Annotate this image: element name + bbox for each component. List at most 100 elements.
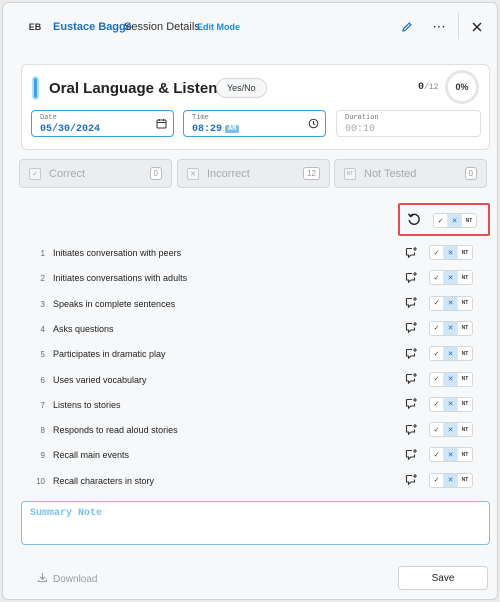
- ampm-badge[interactable]: AM: [225, 125, 240, 133]
- mark-all-correct-button[interactable]: ✓ Correct 0: [19, 159, 172, 188]
- nt-icon: NT: [344, 167, 356, 180]
- answer-not-tested-button[interactable]: NT: [458, 297, 472, 310]
- item-number: 1: [40, 249, 45, 258]
- answer-correct-button[interactable]: ✓: [430, 372, 444, 386]
- item-label: Recall characters in story: [53, 475, 155, 486]
- add-comment-icon[interactable]: [404, 245, 418, 259]
- add-comment-icon[interactable]: [404, 372, 418, 386]
- answer-not-tested-button[interactable]: NT: [458, 246, 472, 259]
- bulk-not-tested-button[interactable]: NT: [462, 214, 476, 227]
- add-comment-icon[interactable]: [404, 346, 418, 360]
- answer-correct-button[interactable]: ✓: [430, 397, 444, 411]
- time-field[interactable]: Time 08:29 AM: [183, 110, 326, 137]
- add-comment-icon[interactable]: [404, 270, 418, 284]
- not-tested-count: 0: [464, 167, 477, 180]
- time-value: 08:29 AM: [192, 124, 240, 135]
- mark-all-not-tested-button[interactable]: NT Not Tested 0: [334, 159, 487, 188]
- x-icon: ✕: [187, 167, 199, 180]
- answer-incorrect-button[interactable]: ✕: [444, 271, 458, 285]
- answer-toggle-group: ✓ ✕ NT: [429, 371, 473, 387]
- answer-correct-button[interactable]: ✓: [430, 473, 444, 487]
- answer-incorrect-button[interactable]: ✕: [444, 372, 458, 386]
- list-item: 1 Initiates conversation with peers ✓ ✕ NT: [21, 242, 490, 267]
- answer-toggle-group: ✓ ✕ NT: [429, 447, 473, 463]
- item-number: 2: [40, 274, 45, 284]
- list-item: 6 Uses varied vocabulary ✓ ✕ NT: [21, 369, 490, 394]
- correct-count: 0: [149, 167, 162, 180]
- date-field[interactable]: Date 05/30/2024: [31, 110, 174, 137]
- close-icon[interactable]: [469, 19, 485, 35]
- avatar: EB: [28, 22, 42, 32]
- duration-value: 00:10: [345, 124, 376, 135]
- answer-not-tested-button[interactable]: NT: [458, 322, 472, 335]
- score-total: /12: [424, 83, 439, 92]
- answer-toggle-group: ✓ ✕ NT: [429, 295, 473, 311]
- bulk-incorrect-button[interactable]: ✕: [448, 214, 462, 227]
- save-button[interactable]: Save: [398, 566, 488, 590]
- date-value: 05/30/2024: [40, 124, 101, 135]
- answer-toggle-group: ✓ ✕ NT: [429, 422, 473, 438]
- answer-not-tested-button[interactable]: NT: [458, 448, 472, 461]
- page-title: Session Details: [124, 21, 200, 33]
- add-comment-icon[interactable]: [404, 397, 418, 411]
- list-item: 9 Recall main events ✓ ✕ NT: [21, 444, 490, 469]
- incorrect-count: 12: [303, 167, 320, 180]
- download-label: Download: [53, 573, 98, 585]
- bulk-correct-button[interactable]: ✓: [434, 214, 448, 227]
- answer-correct-button[interactable]: ✓: [430, 321, 444, 335]
- answer-incorrect-button[interactable]: ✕: [444, 296, 458, 310]
- answer-not-tested-button[interactable]: NT: [458, 373, 472, 386]
- list-item: 10 Recall characters in story ✓ ✕ NT: [21, 470, 490, 495]
- add-comment-icon[interactable]: [404, 321, 418, 335]
- ellipsis-icon[interactable]: ⋯: [431, 19, 447, 35]
- mark-all-incorrect-button[interactable]: ✕ Incorrect 12: [177, 159, 330, 188]
- add-comment-icon[interactable]: [404, 422, 418, 436]
- item-label: Responds to read aloud stories: [53, 425, 178, 436]
- answer-incorrect-button[interactable]: ✕: [444, 246, 458, 259]
- answer-incorrect-button[interactable]: ✕: [444, 473, 458, 487]
- bulk-answer-group: ✓ ✕ NT: [433, 213, 477, 228]
- edit-mode-label: Edit Mode: [197, 22, 240, 32]
- answer-incorrect-button[interactable]: ✕: [444, 321, 458, 335]
- answer-not-tested-button[interactable]: NT: [458, 398, 472, 411]
- clock-icon[interactable]: [308, 118, 319, 132]
- download-icon: [37, 572, 48, 586]
- answer-correct-button[interactable]: ✓: [430, 271, 444, 285]
- add-comment-icon[interactable]: [404, 296, 418, 310]
- item-label: Participates in dramatic play: [53, 349, 166, 360]
- answer-toggle-group: ✓ ✕ NT: [429, 245, 473, 260]
- answer-not-tested-button[interactable]: NT: [458, 347, 472, 360]
- reset-icon[interactable]: [406, 211, 422, 227]
- time-text: 08:29: [192, 124, 223, 135]
- download-button[interactable]: Download: [37, 572, 97, 586]
- answer-correct-button[interactable]: ✓: [430, 347, 444, 361]
- item-number: 3: [40, 299, 45, 309]
- answer-incorrect-button[interactable]: ✕: [444, 448, 458, 462]
- item-number: 5: [40, 350, 45, 360]
- summary-note-input[interactable]: Summary Note: [21, 501, 490, 545]
- list-item: 8 Responds to read aloud stories ✓ ✕ NT: [21, 419, 490, 444]
- list-item: 2 Initiates conversations with adults ✓ ✕ NT: [21, 267, 490, 292]
- answer-correct-button[interactable]: ✓: [430, 296, 444, 310]
- item-label: Speaks in complete sentences: [53, 298, 176, 309]
- calendar-icon[interactable]: [156, 118, 167, 132]
- answer-correct-button[interactable]: ✓: [430, 448, 444, 462]
- answer-incorrect-button[interactable]: ✕: [444, 423, 458, 437]
- answer-incorrect-button[interactable]: ✕: [444, 397, 458, 411]
- answer-toggle-group: ✓ ✕ NT: [429, 320, 473, 336]
- add-comment-icon[interactable]: [404, 473, 418, 487]
- answer-not-tested-button[interactable]: NT: [458, 474, 472, 487]
- answer-correct-button[interactable]: ✓: [430, 246, 444, 259]
- answer-toggle-group: ✓ ✕ NT: [429, 472, 473, 488]
- answer-toggle-group: ✓ ✕ NT: [429, 396, 473, 412]
- student-name-link[interactable]: Eustace Bagge: [53, 21, 132, 33]
- header-divider: [458, 13, 459, 39]
- answer-not-tested-button[interactable]: NT: [458, 423, 472, 436]
- item-label: Initiates conversation with peers: [53, 248, 182, 258]
- assessment-type-badge: Yes/No: [216, 78, 267, 98]
- answer-correct-button[interactable]: ✓: [430, 423, 444, 437]
- add-comment-icon[interactable]: [404, 447, 418, 461]
- pencil-icon[interactable]: [399, 19, 415, 35]
- answer-not-tested-button[interactable]: NT: [458, 271, 472, 284]
- answer-incorrect-button[interactable]: ✕: [444, 347, 458, 361]
